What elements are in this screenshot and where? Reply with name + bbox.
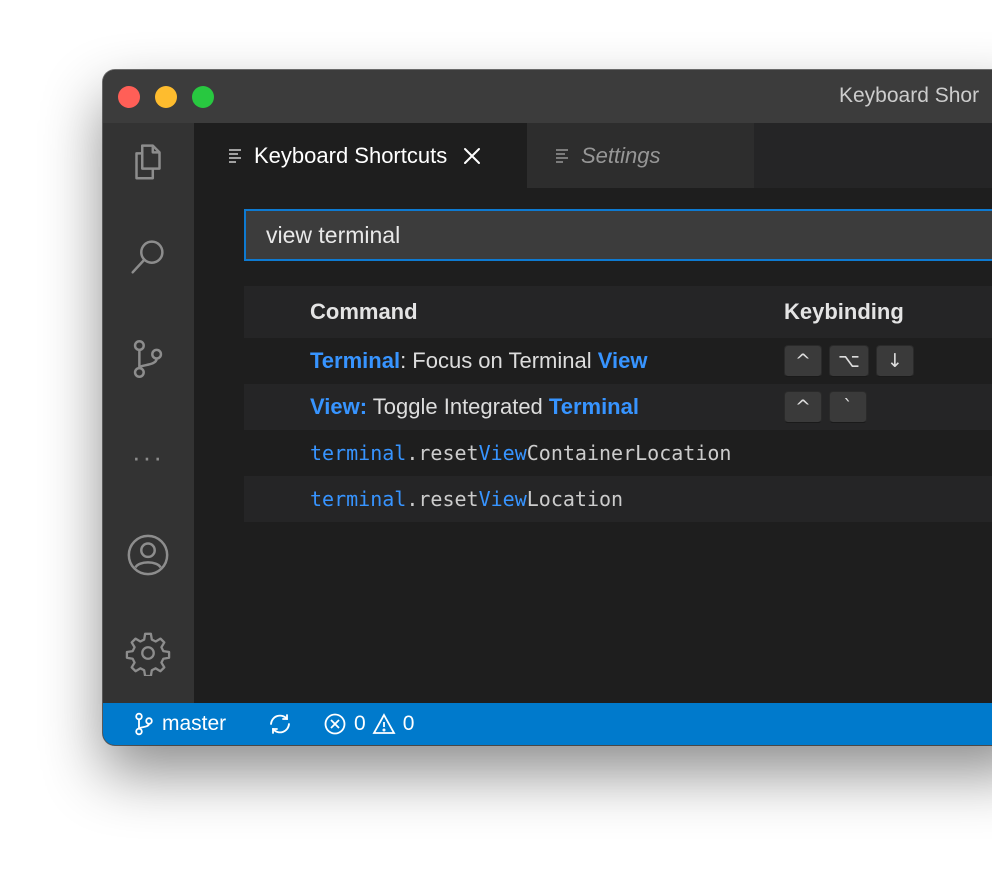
window-title: Keyboard Shor	[839, 84, 980, 107]
table-row[interactable]: terminal.resetViewContainerLocation	[244, 430, 992, 476]
table-row[interactable]: View: Toggle Integrated Terminal ^ `	[244, 384, 992, 430]
sync-icon	[270, 714, 290, 734]
keyboard-shortcuts-editor: Command Keybinding Terminal: Focus on Te…	[194, 188, 992, 703]
key-ctrl: ^	[784, 345, 822, 377]
source-control-icon[interactable]	[124, 335, 172, 383]
keybindings-table: Command Keybinding Terminal: Focus on Te…	[244, 286, 992, 522]
problems-status[interactable]: 0 0	[323, 703, 414, 745]
key-ctrl: ^	[784, 391, 822, 423]
table-row[interactable]: terminal.resetViewLocation	[244, 476, 992, 522]
maximize-window-button[interactable]	[192, 86, 214, 108]
tab-label: Settings	[581, 142, 661, 168]
tab-bar: Keyboard Shortcuts Settings	[194, 123, 992, 188]
status-bar: master 0 0	[103, 703, 992, 745]
activity-bar: ···	[103, 123, 194, 703]
close-icon[interactable]	[461, 145, 483, 167]
branch-name: master	[162, 712, 227, 735]
key-backtick: `	[829, 391, 867, 423]
keybinding-cell: ^ `	[784, 391, 867, 423]
keybinding-cell: ^ ⌥ ↓	[784, 345, 914, 377]
table-row[interactable]: Terminal: Focus on Terminal View ^ ⌥ ↓	[244, 338, 992, 384]
error-count: 0	[354, 712, 366, 735]
command-id-cell: terminal.resetViewLocation	[310, 487, 624, 511]
vscode-window: Keyboard Shor ··· Keyboard Shortcuts Set…	[103, 70, 992, 745]
key-down-arrow: ↓	[875, 345, 914, 377]
minimize-window-button[interactable]	[155, 86, 177, 108]
command-id-cell: terminal.resetViewContainerLocation	[310, 441, 732, 465]
column-header-keybinding[interactable]: Keybinding	[784, 299, 904, 325]
lines-icon	[228, 143, 244, 169]
sync-button[interactable]	[266, 703, 301, 745]
key-option: ⌥	[829, 345, 869, 377]
error-icon	[324, 713, 346, 735]
files-icon[interactable]	[124, 137, 172, 185]
search-input[interactable]	[244, 209, 992, 261]
account-icon[interactable]	[124, 531, 172, 579]
search-icon[interactable]	[124, 233, 172, 281]
source-control-icon	[135, 712, 153, 736]
tab-settings[interactable]: Settings	[527, 123, 754, 188]
warning-count: 0	[402, 712, 415, 735]
column-header-command[interactable]: Command	[310, 299, 418, 325]
table-header: Command Keybinding	[244, 286, 992, 338]
command-cell: Terminal: Focus on Terminal View	[310, 348, 648, 373]
tab-keyboard-shortcuts[interactable]: Keyboard Shortcuts	[194, 123, 527, 188]
tab-label: Keyboard Shortcuts	[254, 142, 448, 168]
command-cell: View: Toggle Integrated Terminal	[310, 394, 639, 419]
close-window-button[interactable]	[118, 86, 140, 108]
warning-icon	[372, 713, 396, 734]
branch-status[interactable]: master	[133, 703, 226, 745]
more-icon[interactable]: ···	[124, 433, 172, 481]
gear-icon[interactable]	[124, 629, 172, 677]
lines-icon	[555, 143, 571, 169]
title-bar: Keyboard Shor	[103, 70, 992, 123]
